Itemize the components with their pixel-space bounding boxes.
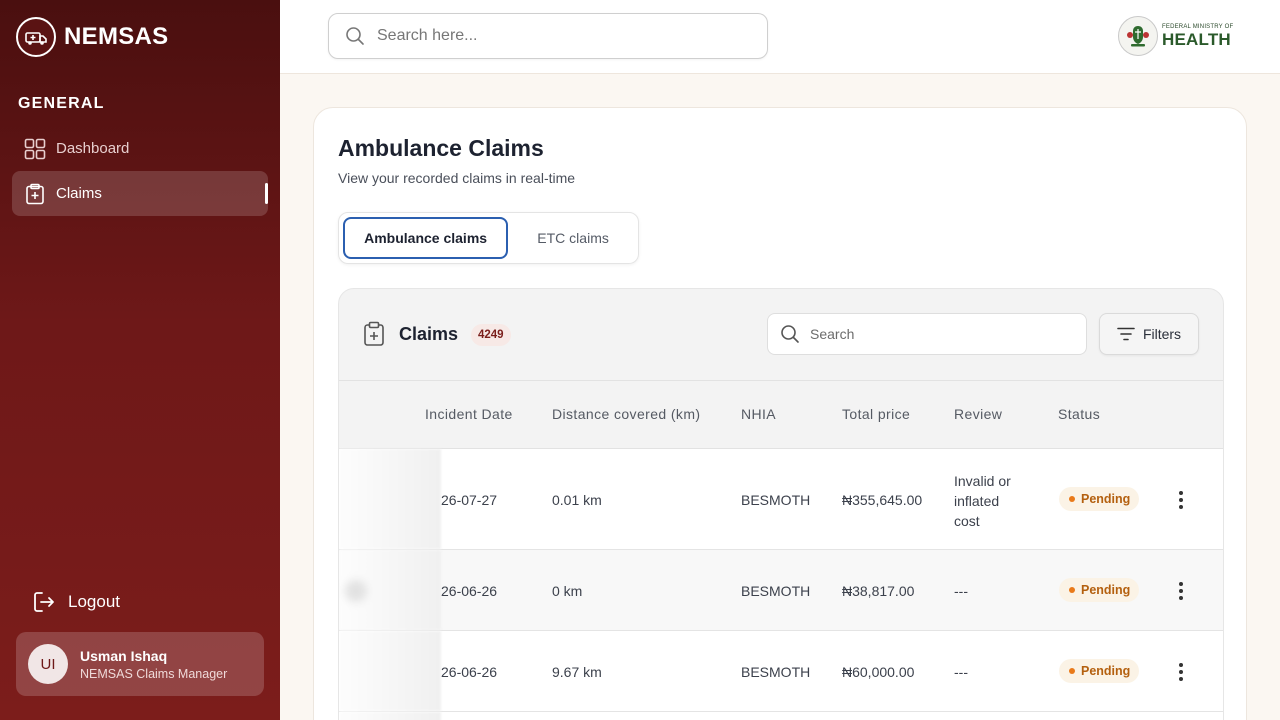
nhia-cell: BESMOTH — [741, 492, 811, 508]
logout-button[interactable]: Logout — [32, 590, 120, 614]
price-cell: ₦38,817.00 — [842, 583, 915, 599]
status-label: Pending — [1081, 664, 1131, 678]
price-cell: ₦355,645.00 — [842, 492, 923, 508]
ambulance-logo-icon — [16, 17, 56, 57]
main-card: Ambulance Claims View your recorded clai… — [313, 107, 1247, 720]
table-row[interactable] — [339, 712, 1223, 720]
redacted-cell — [339, 631, 441, 711]
column-header-status[interactable]: Status — [1058, 406, 1100, 422]
status-label: Pending — [1081, 492, 1131, 506]
redacted-cell — [339, 449, 441, 549]
ministry-logo: FEDERAL MINISTRY OF HEALTH — [1118, 16, 1233, 56]
brand-name: NEMSAS — [64, 23, 169, 50]
review-cell: --- — [954, 583, 968, 599]
nhia-cell: BESMOTH — [741, 583, 811, 599]
clipboard-plus-icon — [26, 183, 44, 204]
search-icon — [781, 325, 799, 343]
ministry-big-text: HEALTH — [1162, 30, 1231, 49]
brand[interactable]: NEMSAS — [16, 17, 168, 57]
distance-cell: 0.01 km — [552, 492, 602, 508]
price-cell: ₦60,000.00 — [842, 664, 915, 680]
logout-icon — [34, 592, 54, 612]
column-header-review[interactable]: Review — [954, 406, 1002, 422]
section-label-general: GENERAL — [18, 95, 105, 112]
filters-label: Filters — [1142, 326, 1182, 342]
sidebar: NEMSAS GENERAL Dashboard Claims Logout U… — [0, 0, 280, 720]
table-row[interactable]: 26-06-26 0 km BESMOTH ₦38,817.00 --- Pen… — [339, 550, 1223, 631]
distance-cell: 9.67 km — [552, 664, 602, 680]
status-label: Pending — [1081, 583, 1131, 597]
sidebar-item-label: Claims — [56, 185, 102, 202]
claims-tabs: Ambulance claims ETC claims — [338, 212, 639, 264]
incident-date-cell: 26-07-27 — [441, 492, 498, 508]
review-line: Invalid or — [954, 473, 1011, 489]
claims-panel: Claims 4249 Filters Incident Date Distan… — [338, 288, 1224, 720]
claims-count-badge: 4249 — [471, 324, 511, 346]
claims-search[interactable] — [767, 313, 1087, 355]
global-search[interactable] — [328, 13, 768, 59]
review-cell: Invalid or inflated cost — [954, 471, 1011, 531]
user-name: Usman Ishaq — [80, 647, 168, 664]
topbar: FEDERAL MINISTRY OF HEALTH — [280, 0, 1280, 74]
row-actions-kebab-icon[interactable] — [1171, 489, 1191, 511]
incident-date-cell: 26-06-26 — [441, 583, 498, 599]
avatar: UI — [28, 644, 68, 684]
grid-icon — [24, 138, 46, 159]
row-actions-kebab-icon[interactable] — [1171, 580, 1191, 602]
claims-title: Claims — [399, 324, 459, 344]
incident-date-cell: 26-06-26 — [441, 664, 498, 680]
status-dot-icon — [1069, 587, 1075, 593]
table-header: Incident Date Distance covered (km) NHIA… — [339, 380, 1223, 449]
redacted-cell — [339, 712, 441, 720]
redacted-cell — [339, 550, 441, 630]
page-subtitle: View your recorded claims in real-time — [338, 170, 576, 186]
tab-ambulance-claims[interactable]: Ambulance claims — [343, 217, 509, 259]
status-badge: Pending — [1059, 578, 1140, 602]
sidebar-item-claims[interactable]: Claims — [12, 171, 268, 216]
sidebar-item-label: Dashboard — [56, 140, 130, 157]
coat-of-arms-icon — [1118, 16, 1158, 56]
filter-icon — [1117, 327, 1135, 341]
status-dot-icon — [1069, 668, 1075, 674]
filters-button[interactable]: Filters — [1099, 313, 1199, 355]
claims-search-input[interactable] — [810, 326, 1070, 342]
claims-panel-header: Claims 4249 Filters — [339, 289, 1223, 381]
status-badge: Pending — [1059, 659, 1140, 683]
search-icon — [346, 27, 364, 45]
distance-cell: 0 km — [552, 583, 583, 599]
review-line: cost — [954, 513, 980, 529]
nhia-cell: BESMOTH — [741, 664, 811, 680]
status-badge: Pending — [1059, 487, 1140, 511]
clipboard-plus-icon — [364, 321, 384, 346]
status-dot-icon — [1069, 496, 1075, 502]
global-search-input[interactable] — [377, 27, 757, 45]
user-card[interactable]: UI Usman Ishaq NEMSAS Claims Manager — [16, 632, 264, 696]
table-row[interactable]: 26-06-26 9.67 km BESMOTH ₦60,000.00 --- … — [339, 631, 1223, 712]
tab-etc-claims[interactable]: ETC claims — [512, 217, 634, 259]
column-header-total-price[interactable]: Total price — [842, 406, 910, 422]
logout-label: Logout — [68, 592, 120, 611]
column-header-nhia[interactable]: NHIA — [741, 406, 776, 422]
review-cell: --- — [954, 664, 968, 680]
user-role: NEMSAS Claims Manager — [80, 666, 228, 681]
review-line: inflated — [954, 493, 1000, 509]
row-actions-kebab-icon[interactable] — [1171, 661, 1191, 683]
page-title: Ambulance Claims — [338, 135, 544, 161]
column-header-distance[interactable]: Distance covered (km) — [552, 406, 700, 422]
table-row[interactable]: 26-07-27 0.01 km BESMOTH ₦355,645.00 Inv… — [339, 449, 1223, 550]
column-header-incident-date[interactable]: Incident Date — [425, 406, 513, 422]
sidebar-item-dashboard[interactable]: Dashboard — [12, 126, 268, 171]
